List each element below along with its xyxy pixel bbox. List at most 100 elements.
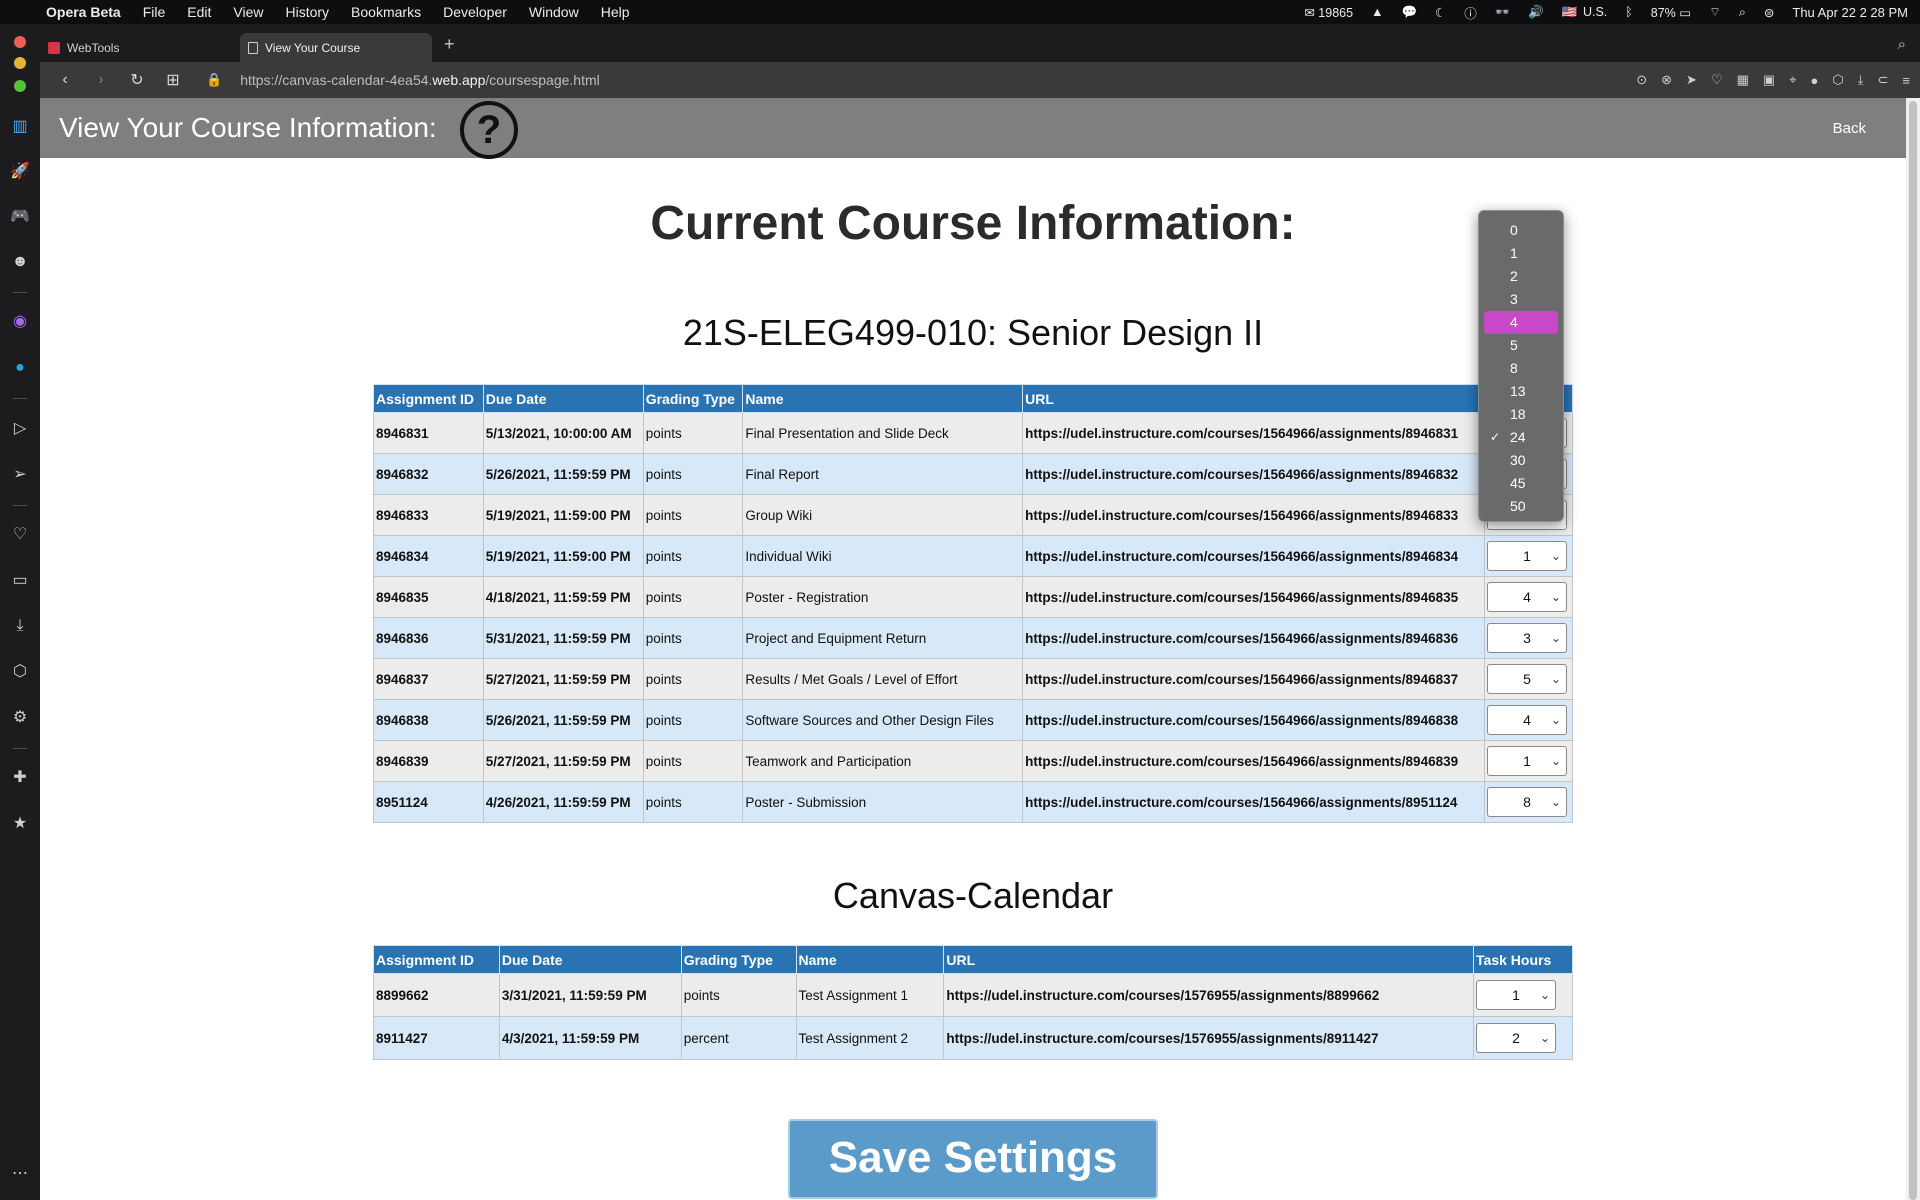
cell-url[interactable]: https://udel.instructure.com/courses/156… bbox=[1022, 740, 1485, 782]
task-hours-select[interactable]: 1 ⌄ bbox=[1486, 541, 1567, 571]
bluetooth-icon[interactable]: ᛒ bbox=[1625, 5, 1633, 19]
menu-developer[interactable]: Developer bbox=[443, 4, 507, 20]
app-name-menu[interactable]: Opera Beta bbox=[46, 4, 121, 20]
new-tab-icon[interactable]: + bbox=[444, 34, 455, 55]
extension-icon[interactable]: ▣ bbox=[1763, 72, 1775, 88]
puzzle-icon[interactable]: ✚ bbox=[8, 766, 32, 790]
minimize-window-button[interactable] bbox=[14, 57, 26, 69]
dropdown-option[interactable]: 4 bbox=[1484, 311, 1558, 334]
task-hours-select[interactable]: 2 ⌄ bbox=[1476, 1023, 1557, 1053]
snapshot-icon[interactable]: ⊙ bbox=[1636, 72, 1647, 88]
cell-url[interactable]: https://udel.instructure.com/courses/156… bbox=[1022, 535, 1485, 577]
task-hours-select[interactable]: 4⌄ bbox=[1486, 582, 1567, 612]
menu-file[interactable]: File bbox=[143, 4, 166, 20]
battery-saver-icon[interactable]: ⊂ bbox=[1878, 72, 1889, 88]
dropdown-option[interactable]: 13 bbox=[1484, 380, 1558, 403]
game-logo-icon[interactable]: ☻ bbox=[8, 250, 32, 274]
cell-url[interactable]: https://udel.instructure.com/courses/156… bbox=[1022, 617, 1485, 659]
dropdown-option[interactable]: 5 bbox=[1484, 334, 1558, 357]
menu-history[interactable]: History bbox=[285, 4, 329, 20]
easy-setup-icon[interactable]: ≡ bbox=[1902, 73, 1910, 88]
dropdown-option[interactable]: 30 bbox=[1484, 449, 1558, 472]
volume-icon[interactable]: 🔊 bbox=[1528, 5, 1544, 20]
qr-icon[interactable]: ▦ bbox=[1737, 72, 1749, 88]
dropdown-option[interactable]: 50 bbox=[1484, 495, 1558, 518]
moon-icon[interactable]: ☾ bbox=[1435, 5, 1446, 20]
info-icon[interactable]: ⓘ bbox=[1464, 3, 1477, 22]
dropdown-option[interactable]: 8 bbox=[1484, 357, 1558, 380]
rocket-icon[interactable]: 🚀 bbox=[8, 160, 32, 184]
speed-dial-icon[interactable]: ▥ bbox=[8, 115, 32, 139]
dropdown-option[interactable]: 2 bbox=[1484, 265, 1558, 288]
menu-help[interactable]: Help bbox=[601, 4, 630, 20]
glasses-icon[interactable]: 👓 bbox=[1495, 5, 1511, 20]
menu-window[interactable]: Window bbox=[529, 4, 579, 20]
downloads-icon[interactable]: ⤓ bbox=[8, 614, 32, 638]
adblock-icon[interactable]: ⊗ bbox=[1661, 72, 1672, 88]
url-field[interactable]: https://canvas-calendar-4ea54.web.app/co… bbox=[240, 72, 600, 88]
lock-icon[interactable]: 🔒 bbox=[206, 72, 222, 88]
back-nav-icon[interactable]: ‹ bbox=[54, 71, 76, 89]
player-icon[interactable]: ▷ bbox=[8, 417, 32, 441]
task-hours-select[interactable]: 1 ⌄ bbox=[1486, 746, 1567, 776]
dropdown-option[interactable]: 18 bbox=[1484, 403, 1558, 426]
dropdown-option[interactable]: 0 bbox=[1484, 219, 1558, 242]
forward-nav-icon[interactable]: › bbox=[90, 71, 112, 89]
menu-view[interactable]: View bbox=[233, 4, 263, 20]
settings-gear-icon[interactable]: ⚙ bbox=[8, 706, 32, 730]
close-window-button[interactable] bbox=[14, 36, 26, 48]
cell-url[interactable]: https://udel.instructure.com/courses/156… bbox=[1022, 658, 1485, 700]
chat-icon[interactable]: 💬 bbox=[1401, 5, 1417, 20]
drive-icon[interactable]: ▲ bbox=[1371, 5, 1383, 19]
cell-url[interactable]: https://udel.instructure.com/courses/157… bbox=[943, 973, 1475, 1017]
tab-grid-icon[interactable]: ⊞ bbox=[162, 70, 184, 90]
menu-bookmarks[interactable]: Bookmarks bbox=[351, 4, 421, 20]
scrollbar-thumb[interactable] bbox=[1909, 101, 1917, 1200]
mouse-icon[interactable]: ⌖ bbox=[1789, 72, 1796, 88]
zoom-window-button[interactable] bbox=[14, 80, 26, 92]
menu-edit[interactable]: Edit bbox=[187, 4, 211, 20]
tabs-icon[interactable]: ▭ bbox=[8, 569, 32, 593]
cell-url[interactable]: https://udel.instructure.com/courses/156… bbox=[1022, 494, 1485, 536]
tab-search-icon[interactable]: ⌕ bbox=[1898, 36, 1906, 53]
mail-icon[interactable]: ✉ 19865 bbox=[1304, 5, 1353, 20]
orange-ext-icon[interactable]: ● bbox=[1811, 73, 1819, 88]
tab-view-your-course[interactable]: View Your Course bbox=[240, 33, 432, 62]
reload-icon[interactable]: ↻ bbox=[126, 70, 148, 90]
cell-url[interactable]: https://udel.instructure.com/courses/156… bbox=[1022, 699, 1485, 741]
messenger-icon[interactable]: ◉ bbox=[8, 310, 32, 334]
help-icon[interactable]: ? bbox=[460, 101, 518, 159]
menu-clock[interactable]: Thu Apr 22 2 28 PM bbox=[1792, 5, 1908, 20]
box-icon[interactable]: ⬡ bbox=[8, 660, 32, 684]
tab-webtools[interactable]: WebTools bbox=[40, 33, 240, 62]
wifi-icon[interactable]: ⌔ bbox=[1709, 4, 1721, 20]
dropdown-option[interactable]: 3 bbox=[1484, 288, 1558, 311]
dropdown-option[interactable]: 45 bbox=[1484, 472, 1558, 495]
gamepad-icon[interactable]: 🎮 bbox=[8, 205, 32, 229]
send-icon[interactable]: ➤ bbox=[1686, 72, 1697, 88]
cell-url[interactable]: https://udel.instructure.com/courses/156… bbox=[1022, 576, 1485, 618]
back-link[interactable]: Back bbox=[1833, 120, 1866, 137]
download-icon[interactable]: ⤓ bbox=[1858, 72, 1864, 88]
save-settings-button[interactable]: Save Settings bbox=[788, 1119, 1158, 1199]
control-center-icon[interactable]: ⊜ bbox=[1764, 5, 1774, 20]
cell-url[interactable]: https://udel.instructure.com/courses/156… bbox=[1022, 412, 1485, 454]
spotlight-icon[interactable]: ⌕ bbox=[1739, 5, 1746, 20]
dropdown-option[interactable]: ✓ 24 bbox=[1484, 426, 1558, 449]
more-icon[interactable]: ⋯ bbox=[8, 1162, 32, 1186]
task-hours-select[interactable]: 4⌄ bbox=[1486, 705, 1567, 735]
input-source[interactable]: 🇺🇸 U.S. bbox=[1562, 5, 1607, 20]
star-icon[interactable]: ★ bbox=[8, 812, 32, 836]
twitter-icon[interactable]: ● bbox=[8, 356, 32, 380]
task-hours-select[interactable]: 1 ⌄ bbox=[1476, 980, 1557, 1010]
battery-status[interactable]: 87% ▭ bbox=[1651, 5, 1691, 20]
bookmarks-heart-icon[interactable]: ♡ bbox=[8, 523, 32, 547]
cell-url[interactable]: https://udel.instructure.com/courses/157… bbox=[943, 1016, 1475, 1060]
dropdown-option[interactable]: 1 bbox=[1484, 242, 1558, 265]
heart-icon[interactable]: ♡ bbox=[1711, 72, 1723, 88]
task-hours-select[interactable]: 3 ⌄ bbox=[1486, 623, 1567, 653]
cell-url[interactable]: https://udel.instructure.com/courses/156… bbox=[1022, 781, 1485, 823]
task-hours-select[interactable]: 5 ⌄ bbox=[1486, 664, 1567, 694]
task-hours-select[interactable]: 8⌄ bbox=[1486, 787, 1567, 817]
flow-icon[interactable]: ➢ bbox=[8, 463, 32, 487]
